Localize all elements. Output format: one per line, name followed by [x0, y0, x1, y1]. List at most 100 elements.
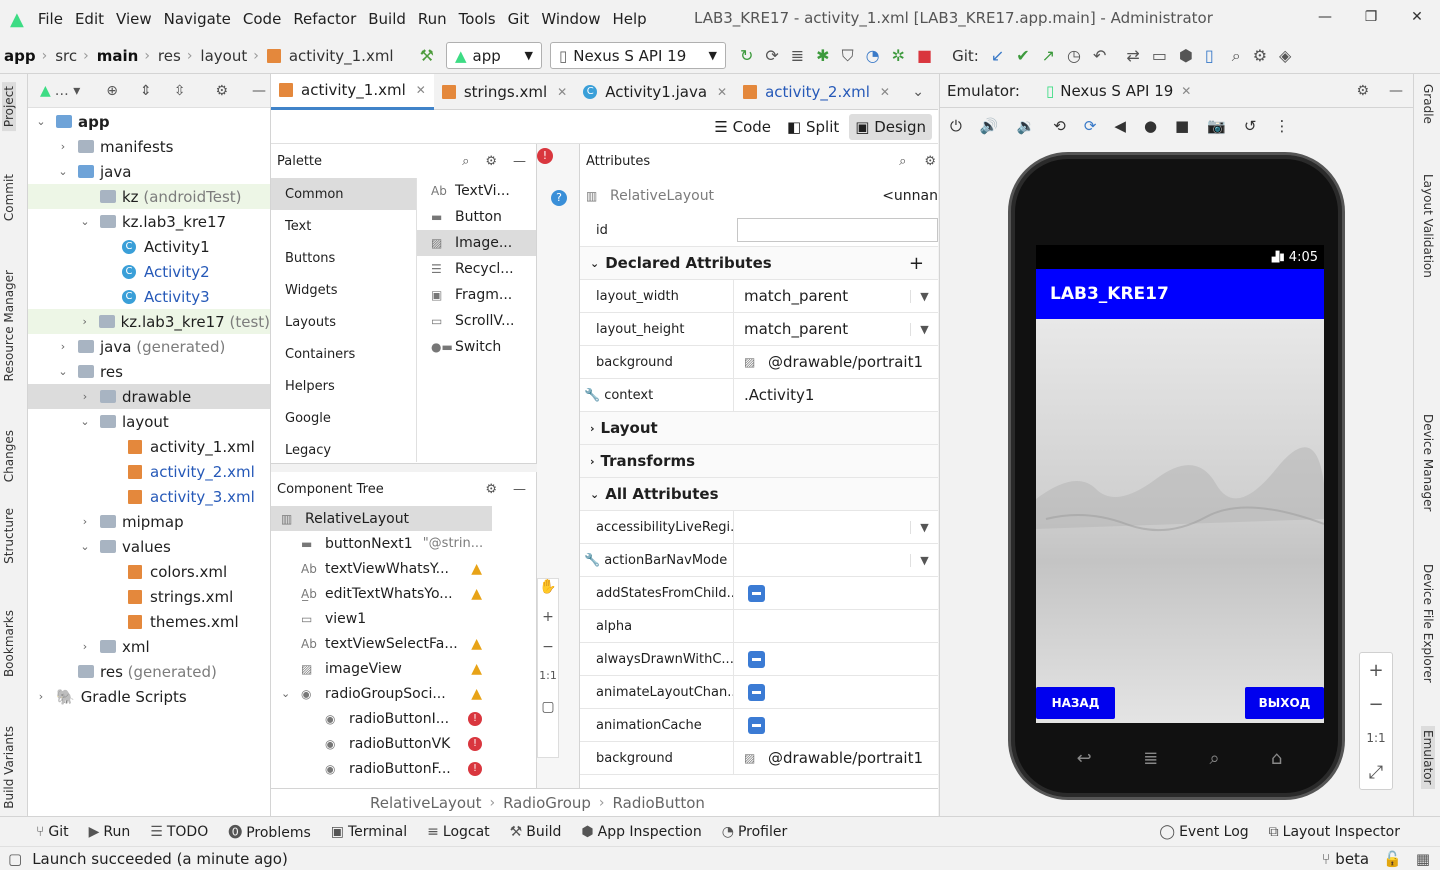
- menu-key-icon[interactable]: ≣: [1143, 748, 1158, 769]
- more-icon[interactable]: ⋮: [1275, 117, 1290, 135]
- close-icon[interactable]: ✕: [1394, 9, 1440, 25]
- tree-item[interactable]: C Activity2: [28, 259, 270, 284]
- power-icon[interactable]: ⏻: [950, 117, 962, 135]
- tab-project[interactable]: Project: [2, 82, 16, 132]
- tree-item[interactable]: › mipmap: [28, 509, 270, 534]
- menu-navigate[interactable]: Navigate: [164, 10, 231, 28]
- hide-icon[interactable]: —: [513, 154, 526, 169]
- close-icon[interactable]: ✕: [1181, 84, 1191, 98]
- gradle-sync-icon[interactable]: ⇄: [1126, 46, 1139, 65]
- zoom-out-icon[interactable]: −: [1360, 687, 1392, 721]
- all-attributes-section[interactable]: ⌄ All Attributes: [580, 478, 938, 511]
- attach-debugger-icon[interactable]: ⛉: [842, 46, 854, 66]
- crumb-file[interactable]: activity_1.xml: [289, 47, 394, 65]
- tree-item[interactable]: strings.xml: [28, 584, 270, 609]
- component-radiobutton-1[interactable]: ◉ radioButtonI...!: [271, 706, 492, 731]
- run-config-select[interactable]: ▲ app ▼: [445, 42, 542, 69]
- search-icon[interactable]: ⌕: [462, 154, 469, 169]
- component-button-next1[interactable]: ▬ buttonNext1 "@strin...: [271, 531, 492, 556]
- dropdown-arrow-icon[interactable]: ▼: [910, 553, 938, 567]
- dropdown-arrow-icon[interactable]: ▼: [910, 520, 938, 534]
- tree-item[interactable]: ⌄ app: [28, 109, 270, 134]
- component-imageview[interactable]: ▨ imageView ▲: [271, 656, 492, 681]
- menu-code[interactable]: Code: [243, 10, 281, 28]
- rotate-right-icon[interactable]: ⟳: [1084, 117, 1097, 135]
- tab-resource-manager[interactable]: Resource Manager: [2, 270, 16, 381]
- search-key-icon[interactable]: ⌕: [1209, 748, 1219, 769]
- menu-refactor[interactable]: Refactor: [293, 10, 356, 28]
- error-indicator-icon[interactable]: !: [537, 148, 553, 164]
- debug-attach-icon[interactable]: ✲: [892, 46, 905, 65]
- volume-down-icon[interactable]: 🔉: [1017, 117, 1036, 135]
- hammer-icon[interactable]: ⚒: [420, 46, 434, 65]
- code-mode-button[interactable]: ☰ Code: [708, 114, 777, 140]
- error-icon[interactable]: !: [468, 736, 482, 751]
- tree-item[interactable]: › java (generated): [28, 334, 270, 359]
- tab-activity1-java[interactable]: C Activity1.java ✕: [575, 74, 735, 110]
- pan-icon[interactable]: ✋: [538, 579, 558, 609]
- toolwindow-app-inspection[interactable]: ⬢ App Inspection: [581, 824, 701, 840]
- stop-icon[interactable]: ■: [917, 46, 932, 65]
- sdk-manager-icon[interactable]: ⬢: [1179, 46, 1193, 65]
- palette-category-legacy[interactable]: Legacy: [271, 434, 416, 462]
- breadcrumb-item[interactable]: RadioGroup: [503, 794, 591, 812]
- tab-structure[interactable]: Structure: [2, 508, 16, 564]
- tree-item[interactable]: activity_3.xml: [28, 484, 270, 509]
- component-radiogroup[interactable]: ⌄ ◉ radioGroupSoci... ▲: [271, 681, 492, 706]
- tree-item[interactable]: kz (androidTest): [28, 184, 270, 209]
- settings-icon[interactable]: ⚙: [485, 154, 497, 169]
- target-icon[interactable]: ⊕: [106, 83, 118, 99]
- transforms-section[interactable]: › Transforms: [580, 445, 938, 478]
- rotate-left-icon[interactable]: ⟲: [1053, 117, 1066, 135]
- palette-category-widgets[interactable]: Widgets: [271, 274, 416, 306]
- warning-icon[interactable]: ▲: [471, 586, 482, 602]
- git-push-icon[interactable]: ↗: [1042, 46, 1055, 65]
- crumb-src[interactable]: src: [55, 47, 77, 65]
- tree-item[interactable]: themes.xml: [28, 609, 270, 634]
- close-icon[interactable]: ✕: [717, 85, 727, 99]
- hide-icon[interactable]: —: [513, 482, 526, 497]
- component-relativelayout[interactable]: ▥ RelativeLayout: [271, 506, 492, 531]
- back-key-icon[interactable]: ↩: [1077, 748, 1092, 769]
- palette-category-helpers[interactable]: Helpers: [271, 370, 416, 402]
- expand-all-icon[interactable]: ⇕: [140, 83, 152, 99]
- attr-value-field[interactable]: .Activity1: [733, 379, 938, 411]
- toolwindow-event-log[interactable]: ◯ Event Log: [1159, 824, 1248, 840]
- emulator-device-tab[interactable]: ▯ Nexus S API 19 ✕: [1046, 82, 1191, 100]
- tree-item[interactable]: › 🐘 Gradle Scripts: [28, 684, 270, 709]
- avd-manager-icon[interactable]: ▭: [1152, 46, 1167, 65]
- checkbox-indeterminate[interactable]: [748, 683, 765, 701]
- palette-item-imageview[interactable]: ▨ Image...: [417, 230, 536, 256]
- zoom-out-icon[interactable]: −: [538, 639, 558, 669]
- attr-value-field[interactable]: ▼: [733, 544, 938, 576]
- search-icon[interactable]: ⌕: [1232, 46, 1241, 66]
- apply-code-icon[interactable]: ≣: [791, 46, 804, 65]
- tab-activity-2-xml[interactable]: activity_2.xml ✕: [735, 74, 898, 110]
- palette-category-google[interactable]: Google: [271, 402, 416, 434]
- device-select[interactable]: ▯ Nexus S API 19 ▼: [549, 42, 726, 69]
- hide-icon[interactable]: —: [252, 83, 266, 99]
- declared-attributes-section[interactable]: ⌄ Declared Attributes +: [580, 247, 938, 280]
- hide-icon[interactable]: —: [1389, 83, 1403, 99]
- debug-icon[interactable]: ✱: [816, 46, 829, 65]
- component-textview-whats[interactable]: Ab textViewWhatsY... ▲: [271, 556, 492, 581]
- menu-build[interactable]: Build: [368, 10, 406, 28]
- tab-layout-validation[interactable]: Layout Validation: [1421, 174, 1435, 278]
- palette-item-button[interactable]: ▬ Button: [417, 204, 536, 230]
- crumb-res[interactable]: res: [158, 47, 181, 65]
- tab-emulator[interactable]: Emulator: [1421, 726, 1435, 789]
- crumb-main[interactable]: main: [97, 47, 139, 65]
- tab-bookmarks[interactable]: Bookmarks: [2, 610, 16, 677]
- tab-commit[interactable]: Commit: [2, 174, 16, 221]
- close-icon[interactable]: ✕: [416, 83, 426, 97]
- crumb-app[interactable]: app: [4, 47, 36, 65]
- apply-changes-icon[interactable]: ⟳: [765, 46, 778, 65]
- component-radiobutton-f[interactable]: ◉ radioButtonF...!: [271, 756, 492, 781]
- tree-item[interactable]: ⌄ layout: [28, 409, 270, 434]
- tab-strings-xml[interactable]: strings.xml ✕: [434, 74, 575, 110]
- help-icon[interactable]: ?: [551, 190, 567, 206]
- palette-item-textview[interactable]: Ab TextVi...: [417, 178, 536, 204]
- close-icon[interactable]: ✕: [880, 85, 890, 99]
- phone-screen[interactable]: ▟▮ 4:05 LAB3_KRE17 НАЗАД ВЫХОД: [1036, 245, 1324, 723]
- tree-item[interactable]: ⌄ res: [28, 359, 270, 384]
